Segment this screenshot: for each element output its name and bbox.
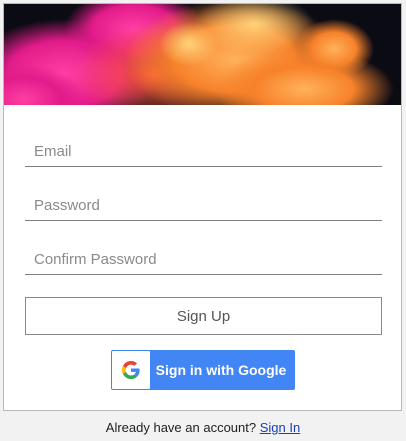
sign-in-prompt-text: Already have an account? (105, 420, 257, 435)
google-icon-container (112, 351, 150, 389)
password-field[interactable] (25, 191, 382, 221)
sign-up-button[interactable]: Sign Up (25, 297, 382, 335)
google-g-icon (122, 361, 140, 379)
sign-up-button-label: Sign Up (176, 307, 231, 325)
google-button-label: Sign in with Google (155, 362, 287, 378)
sign-in-prompt: Already have an account? Sign In (0, 420, 406, 435)
header-image (4, 4, 401, 105)
confirm-password-field[interactable] (25, 245, 382, 275)
email-field[interactable] (25, 137, 382, 167)
sign-in-with-google-button[interactable]: Sign in with Google (111, 350, 295, 390)
signup-card: Sign Up Sign in with Google (3, 3, 402, 411)
sign-in-link[interactable]: Sign In (260, 420, 300, 435)
